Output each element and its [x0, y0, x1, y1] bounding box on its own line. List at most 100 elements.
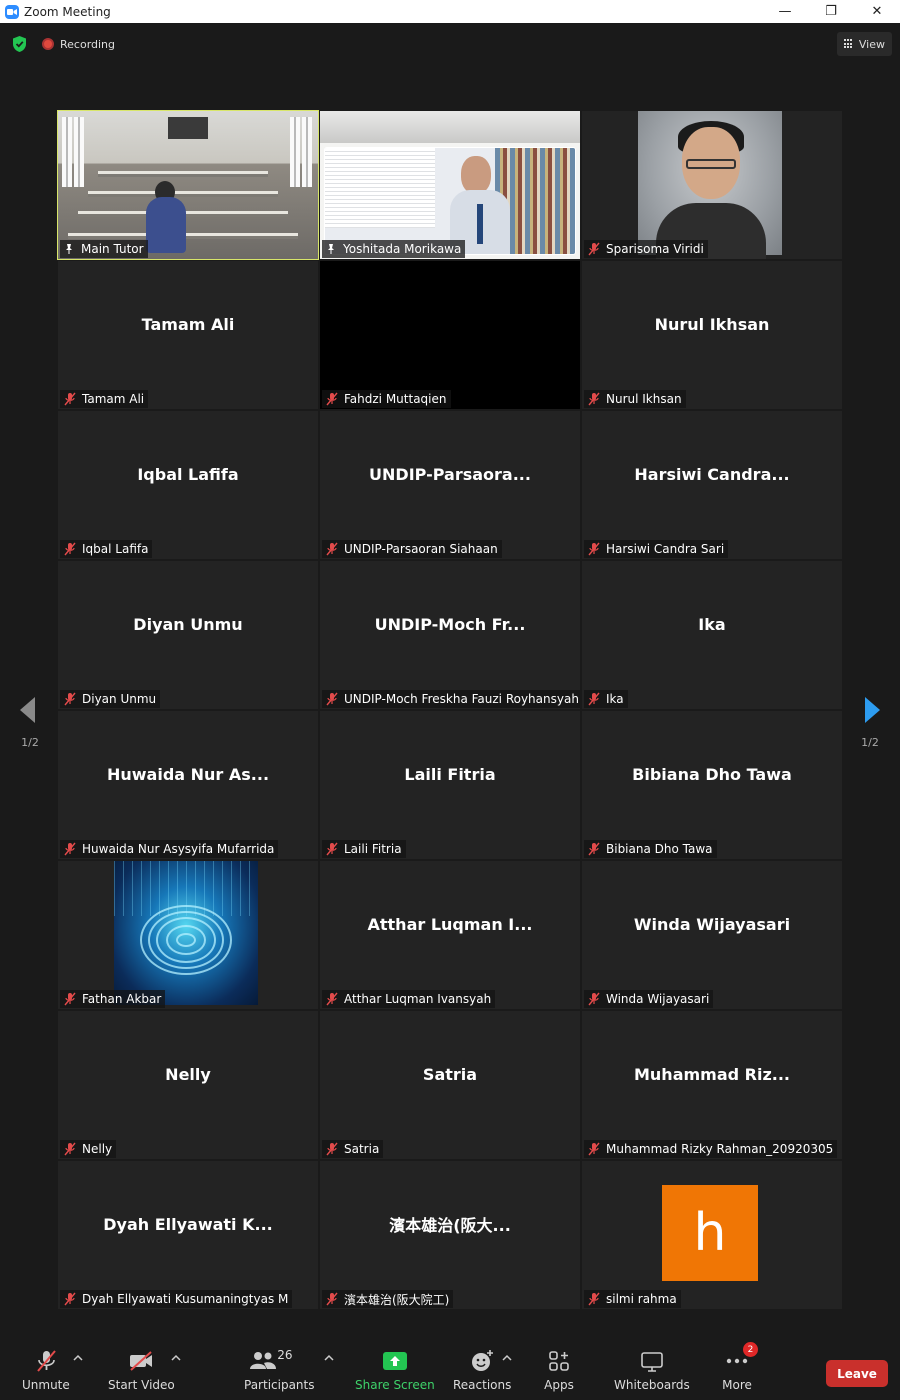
muted-mic-icon — [588, 242, 600, 256]
participant-tile[interactable]: Dyah Ellyawati K... Dyah Ellyawati Kusum… — [58, 1161, 318, 1309]
muted-mic-icon — [588, 842, 600, 856]
participant-name-label: UNDIP-Moch Freskha Fauzi Royhansyah — [322, 690, 580, 708]
muted-mic-icon — [326, 542, 338, 556]
next-page-arrow-icon[interactable] — [862, 696, 882, 724]
participant-tile[interactable]: Muhammad Riz... Muhammad Rizky Rahman_20… — [582, 1011, 842, 1159]
view-button[interactable]: View — [836, 32, 892, 56]
apps-button[interactable]: Apps — [544, 1348, 574, 1392]
leave-button[interactable]: Leave — [826, 1360, 888, 1387]
participant-tile[interactable]: Satria Satria — [320, 1011, 580, 1159]
reactions-smiley-icon — [467, 1348, 497, 1374]
participant-tile[interactable]: Fahdzi Muttaqien — [320, 261, 580, 409]
participant-tile[interactable]: Nurul Ikhsan Nurul Ikhsan — [582, 261, 842, 409]
reactions-options-caret-icon[interactable] — [502, 1354, 512, 1362]
unmute-button[interactable]: Unmute — [22, 1348, 70, 1392]
muted-mic-icon — [588, 542, 600, 556]
video-options-caret-icon[interactable] — [171, 1354, 181, 1362]
participant-tile[interactable]: Laili Fitria Laili Fitria — [320, 711, 580, 859]
participants-icon: 26 — [249, 1348, 309, 1374]
pin-icon — [328, 244, 334, 254]
participant-tile[interactable]: Sparisoma Viridi — [582, 111, 842, 259]
participant-name: Dyah Ellyawati Kusumaningtyas M — [82, 1292, 289, 1306]
participant-tile[interactable]: UNDIP-Moch Fr... UNDIP-Moch Freskha Fauz… — [320, 561, 580, 709]
share-screen-label: Share Screen — [355, 1378, 435, 1392]
participant-tile[interactable]: Tamam Ali Tamam Ali — [58, 261, 318, 409]
participant-display-name: Diyan Unmu — [133, 614, 243, 634]
participant-tile[interactable]: Atthar Luqman I... Atthar Luqman Ivansya… — [320, 861, 580, 1009]
recording-dot-icon — [42, 38, 54, 50]
security-shield-icon[interactable] — [11, 35, 28, 53]
muted-mic-icon — [64, 992, 76, 1006]
participant-name-label: Nurul Ikhsan — [584, 390, 686, 408]
participant-name: Laili Fitria — [344, 842, 402, 856]
participants-label: Participants — [244, 1378, 315, 1392]
meeting-topbar: Recording View — [0, 23, 900, 65]
participant-name-label: Fahdzi Muttaqien — [322, 390, 451, 408]
start-video-button[interactable]: Start Video — [108, 1348, 175, 1392]
participants-count: 26 — [277, 1348, 293, 1362]
participant-name-label: Iqbal Lafifa — [60, 540, 153, 558]
grid-view-icon — [843, 39, 854, 49]
page-indicator-right: 1/2 — [861, 736, 879, 749]
participant-tile[interactable]: UNDIP-Parsaora... UNDIP-Parsaoran Siahaa… — [320, 411, 580, 559]
participant-tile[interactable]: Main Tutor — [57, 110, 319, 260]
participant-tile[interactable]: Huwaida Nur As... Huwaida Nur Asysyifa M… — [58, 711, 318, 859]
participant-tile[interactable]: Harsiwi Candra... Harsiwi Candra Sari — [582, 411, 842, 559]
participant-tile[interactable]: Bibiana Dho Tawa Bibiana Dho Tawa — [582, 711, 842, 859]
participants-options-caret-icon[interactable] — [324, 1354, 334, 1362]
whiteboards-button[interactable]: Whiteboards — [614, 1348, 690, 1392]
participant-name-label: Diyan Unmu — [60, 690, 161, 708]
participants-button[interactable]: 26 Participants — [244, 1348, 315, 1392]
participant-name: UNDIP-Moch Freskha Fauzi Royhansyah — [344, 692, 579, 706]
participant-tile[interactable]: Nelly Nelly — [58, 1011, 318, 1159]
participant-name-label: Yoshitada Morikawa — [322, 240, 466, 258]
participant-name-label: Nelly — [60, 1140, 117, 1158]
participant-display-name: Nelly — [165, 1064, 211, 1084]
participant-profile-photo — [114, 861, 258, 1005]
participant-video — [320, 111, 580, 259]
participant-name-label: Sparisoma Viridi — [584, 240, 708, 258]
participant-tile[interactable]: h silmi rahma — [582, 1161, 842, 1309]
participant-display-name: Huwaida Nur As... — [106, 764, 270, 784]
participant-name: Winda Wijayasari — [606, 992, 710, 1006]
participant-name-label: Winda Wijayasari — [584, 990, 714, 1008]
minimize-button[interactable]: — — [762, 0, 808, 23]
share-screen-button[interactable]: Share Screen — [355, 1348, 435, 1392]
recording-label: Recording — [60, 37, 116, 51]
zoom-app-icon — [5, 4, 19, 19]
participant-name: UNDIP-Parsaoran Siahaan — [344, 542, 498, 556]
previous-page-arrow-icon[interactable] — [18, 696, 38, 724]
close-button[interactable]: ✕ — [854, 0, 900, 23]
participant-tile[interactable]: Ika Ika — [582, 561, 842, 709]
more-button[interactable]: 2 More — [722, 1342, 758, 1392]
participant-tile[interactable]: Fathan Akbar — [58, 861, 318, 1009]
page-indicator-left: 1/2 — [21, 736, 39, 749]
muted-mic-icon — [64, 842, 76, 856]
muted-mic-icon — [588, 1142, 600, 1156]
participant-name-label: Muhammad Rizky Rahman_20920305 — [584, 1140, 838, 1158]
apps-icon — [544, 1348, 574, 1374]
participant-name: Bibiana Dho Tawa — [606, 842, 713, 856]
participant-name: Satria — [344, 1142, 380, 1156]
recording-indicator[interactable]: Recording — [42, 35, 115, 53]
participant-name: Sparisoma Viridi — [606, 242, 704, 256]
restore-button[interactable]: ❐ — [808, 0, 854, 23]
participant-name-label: Satria — [322, 1140, 384, 1158]
participant-tile[interactable]: Winda Wijayasari Winda Wijayasari — [582, 861, 842, 1009]
participant-name-label: Dyah Ellyawati Kusumaningtyas M — [60, 1290, 293, 1308]
gallery-view: Main Tutor Yoshitada Morikawa Sparisoma … — [57, 110, 842, 1309]
reactions-label: Reactions — [453, 1378, 512, 1392]
participant-tile[interactable]: 濱本雄治(阪大... 濱本雄治(阪大院工) — [320, 1161, 580, 1309]
participant-name-label: UNDIP-Parsaoran Siahaan — [322, 540, 502, 558]
participant-name: Iqbal Lafifa — [82, 542, 149, 556]
meeting-toolbar: Unmute Start Video 26 Participants Share… — [0, 1340, 900, 1400]
participant-tile[interactable]: Diyan Unmu Diyan Unmu — [58, 561, 318, 709]
muted-mic-icon — [64, 392, 76, 406]
more-label: More — [722, 1378, 752, 1392]
participant-name: Diyan Unmu — [82, 692, 157, 706]
participant-tile[interactable]: Iqbal Lafifa Iqbal Lafifa — [58, 411, 318, 559]
view-label: View — [858, 37, 885, 51]
audio-options-caret-icon[interactable] — [73, 1354, 83, 1362]
participant-tile[interactable]: Yoshitada Morikawa — [320, 111, 580, 259]
muted-mic-icon — [326, 842, 338, 856]
